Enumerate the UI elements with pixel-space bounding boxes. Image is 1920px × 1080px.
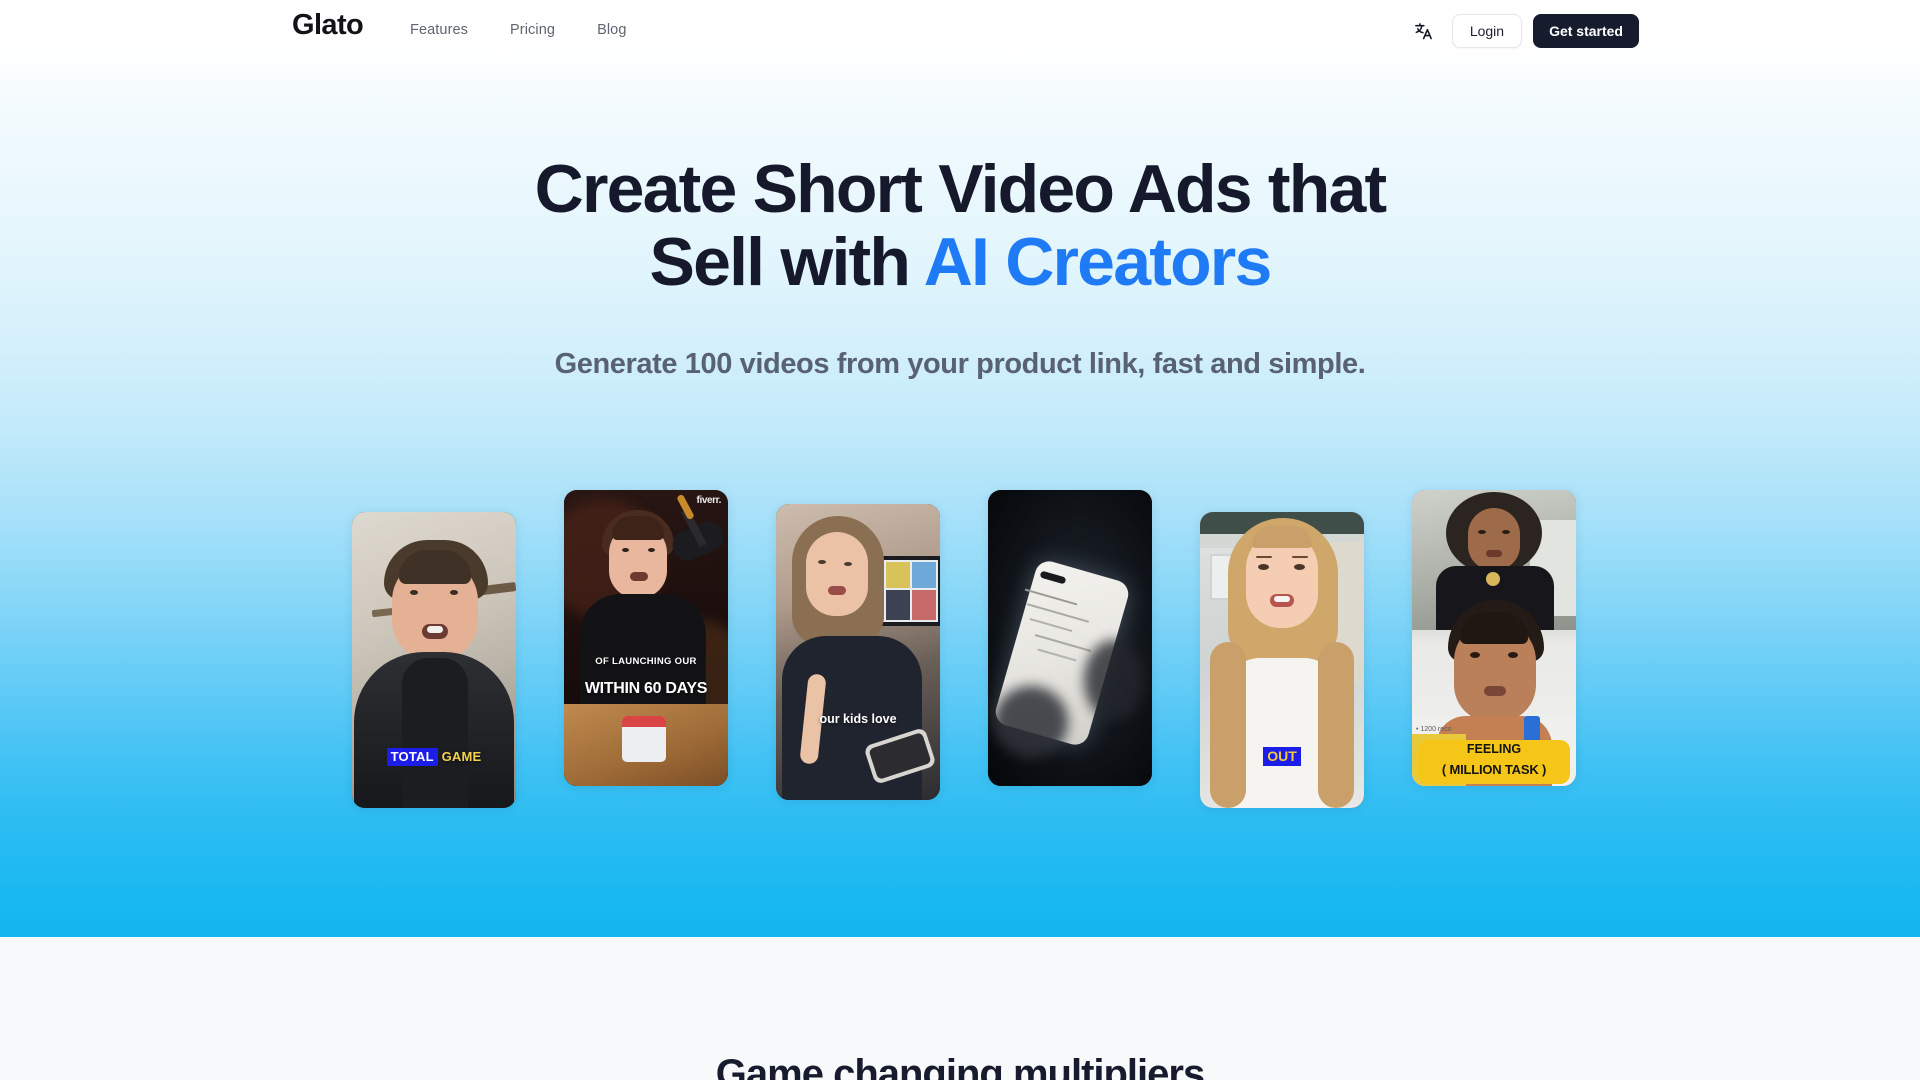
caption-main: WITHIN 60 DAYS [584,680,708,697]
caption-main: ( MILLION TASK ) [1441,762,1547,777]
small-text: • 1200 reco [1416,726,1452,733]
nav-item-pricing[interactable]: Pricing [510,22,555,38]
video-card[interactable]: our kids love [776,504,940,800]
logo[interactable]: Glato [292,11,364,40]
main-navigation: Features Pricing Blog [410,22,626,38]
next-section-title: Game changing multipliers [715,1052,1205,1080]
video-showcase-row: TOTAL GAME fiverr. OF LAUNCHING OUR WITH… [352,490,1576,820]
video-thumbnail-4 [988,490,1152,786]
caption-highlight: TOTAL [386,748,438,766]
headline-accent: AI Creators [923,224,1273,301]
video-card[interactable] [988,490,1152,786]
nav-item-features[interactable]: Features [410,22,468,38]
video-card[interactable]: TOTAL GAME [352,512,516,808]
video-card[interactable]: • 1200 reco FEELING ( MILLION TASK ) [1412,490,1576,786]
video-card[interactable]: OUT [1200,512,1364,808]
video-card[interactable]: fiverr. OF LAUNCHING OUR WITHIN 60 DAYS [564,490,728,786]
video-thumbnail-5: OUT [1200,512,1364,808]
video-thumbnail-6: • 1200 reco FEELING ( MILLION TASK ) [1412,490,1576,786]
hero-subtitle: Generate 100 videos from your product li… [554,348,1366,380]
login-button[interactable]: Login [1451,14,1523,48]
video-thumbnail-3: our kids love [776,504,940,800]
translate-icon [1414,23,1432,40]
caption-top: OF LAUNCHING OUR [595,656,697,667]
site-header: Glato Features Pricing Blog Login Get st… [0,0,1920,64]
headline-line-2-prefix: Sell with [649,224,924,301]
watermark: fiverr. [696,495,722,506]
language-switcher-button[interactable] [1404,13,1444,49]
get-started-button[interactable]: Get started [1533,14,1639,48]
caption-main: our kids love [819,712,897,726]
nav-item-blog[interactable]: Blog [597,22,626,38]
page-root: Glato Features Pricing Blog Login Get st… [0,0,1920,1080]
caption-top: FEELING [1466,742,1522,756]
header-actions: Login Get started [1404,13,1639,49]
headline-line-1: Create Short Video Ads that [534,151,1387,227]
video-thumbnail-1: TOTAL GAME [352,512,516,808]
video-thumbnail-2: fiverr. OF LAUNCHING OUR WITHIN 60 DAYS [564,490,728,786]
page-title: Create Short Video Ads that Sell with AI… [0,151,1920,301]
caption-text: GAME [441,749,482,764]
caption-highlight: OUT [1263,747,1301,766]
